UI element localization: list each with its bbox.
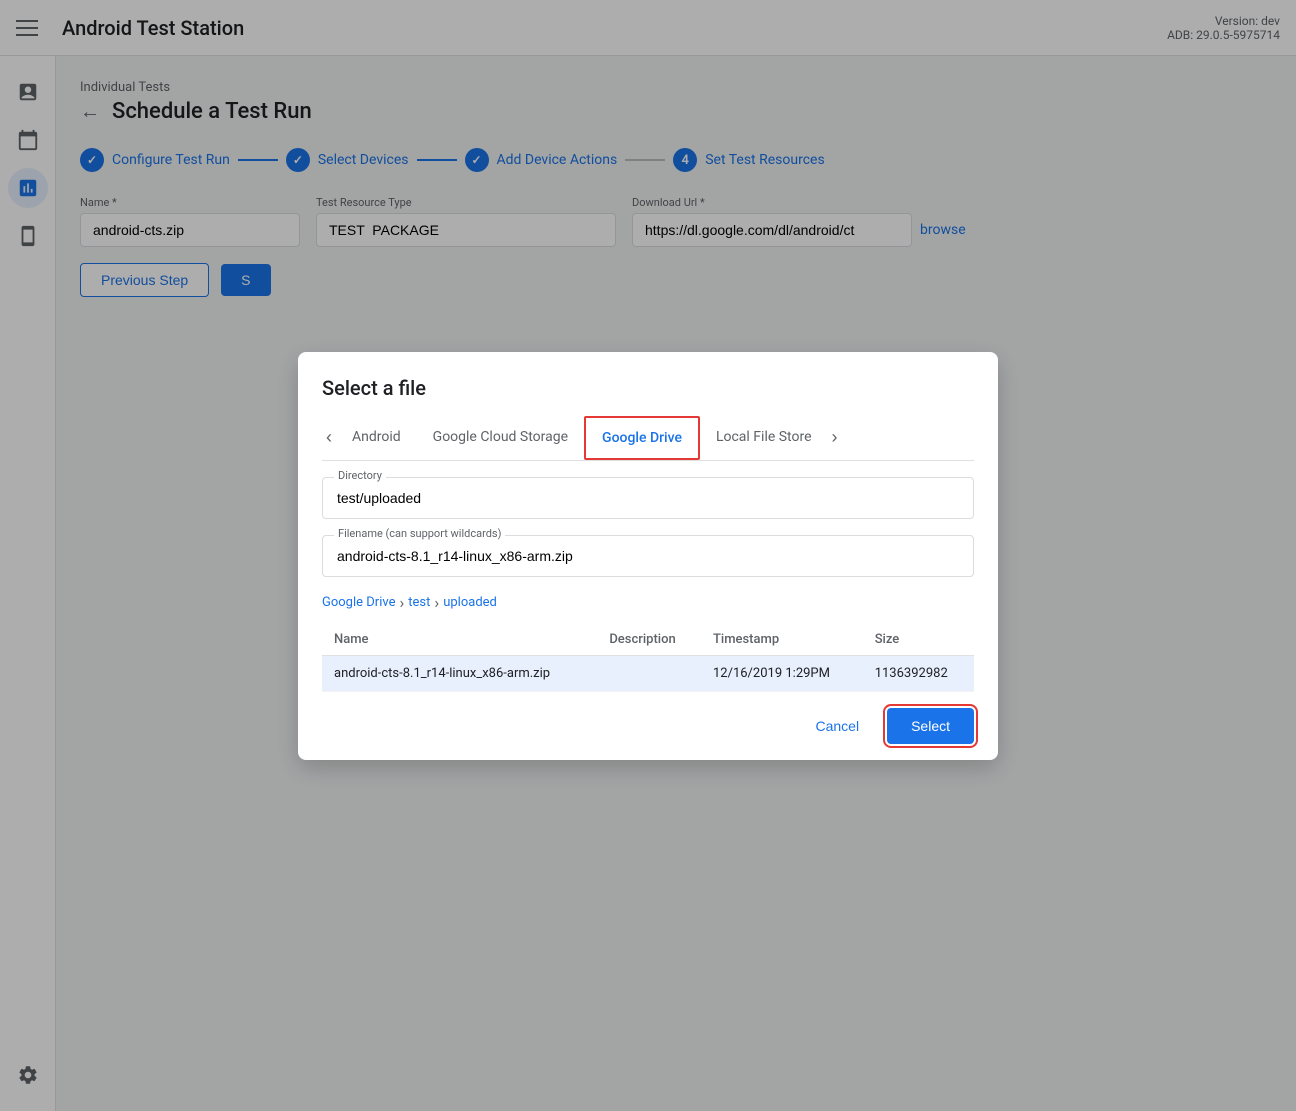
path-test[interactable]: test: [408, 595, 430, 610]
cell-name: android-cts-8.1_r14-linux_x86-arm.zip: [322, 655, 597, 691]
tabs-container: ‹ Android Google Cloud Storage Google Dr…: [322, 416, 974, 461]
dialog-body: ‹ Android Google Cloud Storage Google Dr…: [298, 416, 998, 692]
path-gdrive[interactable]: Google Drive: [322, 595, 395, 610]
path-breadcrumb: Google Drive › test › uploaded: [322, 593, 974, 612]
path-uploaded[interactable]: uploaded: [443, 595, 497, 610]
cell-description: [597, 655, 701, 691]
tab-gcs[interactable]: Google Cloud Storage: [417, 417, 584, 459]
col-size: Size: [863, 624, 974, 656]
filename-label: Filename (can support wildcards): [334, 527, 505, 540]
cancel-button[interactable]: Cancel: [799, 710, 875, 742]
col-name: Name: [322, 624, 597, 656]
select-file-dialog: Select a file ‹ Android Google Cloud Sto…: [298, 352, 998, 760]
directory-input[interactable]: [322, 477, 974, 519]
directory-label: Directory: [334, 469, 386, 482]
dialog-overlay: Select a file ‹ Android Google Cloud Sto…: [0, 0, 1296, 1111]
cell-timestamp: 12/16/2019 1:29PM: [701, 655, 863, 691]
filename-input[interactable]: [322, 535, 974, 577]
tab-android[interactable]: Android: [336, 417, 417, 459]
separator-1: ›: [399, 593, 404, 612]
tabs-prev-button[interactable]: ‹: [322, 419, 336, 456]
cell-size: 1136392982: [863, 655, 974, 691]
col-timestamp: Timestamp: [701, 624, 863, 656]
table-row[interactable]: android-cts-8.1_r14-linux_x86-arm.zip 12…: [322, 655, 974, 691]
separator-2: ›: [434, 593, 439, 612]
filename-field: Filename (can support wildcards): [322, 535, 974, 577]
dialog-title: Select a file: [298, 352, 998, 416]
select-button[interactable]: Select: [887, 708, 974, 744]
col-description: Description: [597, 624, 701, 656]
directory-field: Directory: [322, 477, 974, 519]
tabs-next-button[interactable]: ›: [828, 419, 842, 456]
tab-local[interactable]: Local File Store: [700, 417, 828, 459]
tab-gdrive[interactable]: Google Drive: [584, 416, 700, 460]
file-table: Name Description Timestamp Size android-…: [322, 624, 974, 692]
dialog-footer: Cancel Select: [298, 692, 998, 760]
